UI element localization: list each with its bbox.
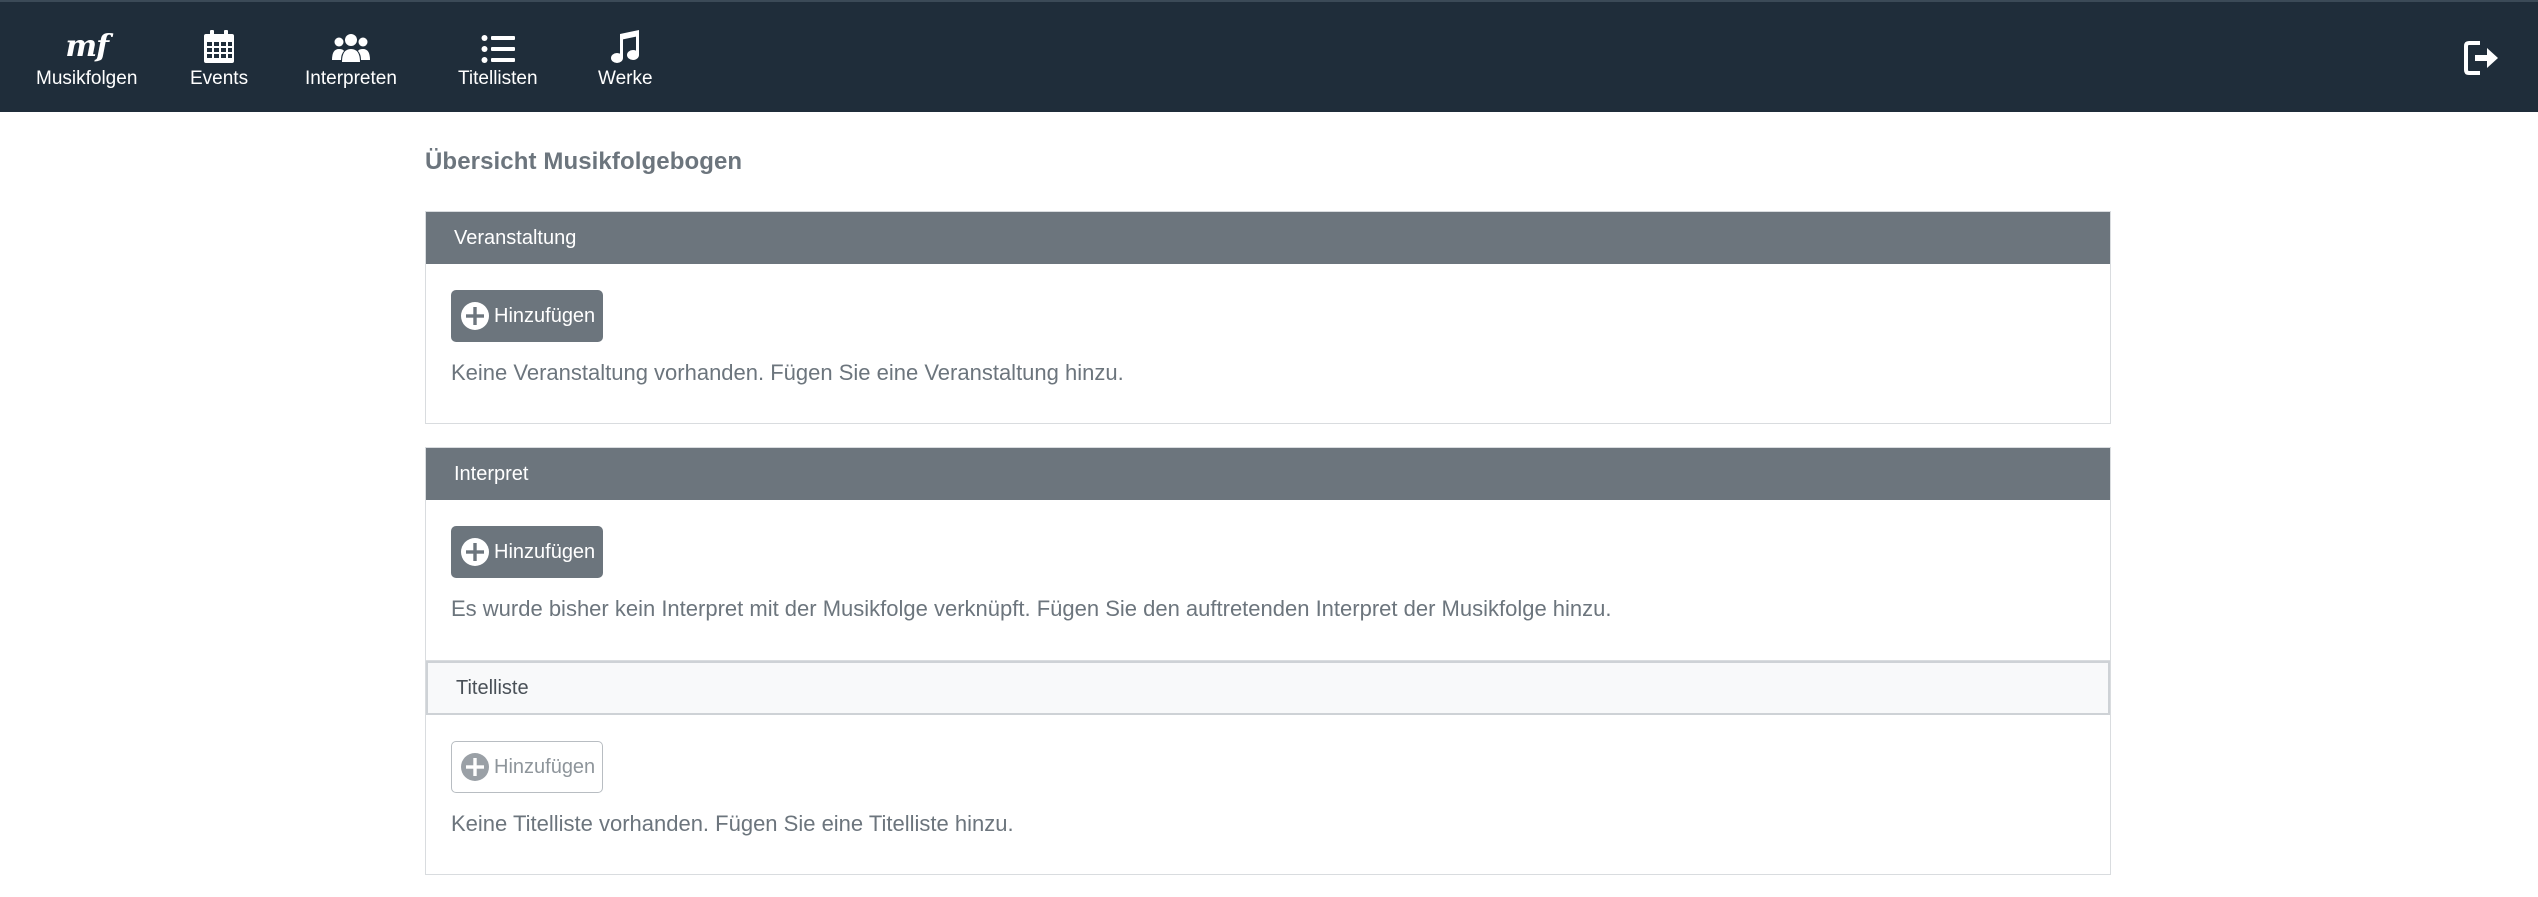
button-label: Hinzufügen: [494, 540, 596, 563]
plus-circle-icon: [461, 753, 489, 781]
music-note-icon: [611, 30, 640, 63]
nav-item-musikfolgen[interactable]: mf Musikfolgen: [36, 26, 137, 90]
list-icon: [481, 35, 515, 63]
add-interpret-button[interactable]: Hinzufügen: [451, 526, 604, 578]
page-title: Übersicht Musikfolgebogen: [425, 148, 743, 175]
plus-circle-icon: [461, 538, 489, 566]
card-header: Titelliste: [426, 661, 2110, 715]
add-titelliste-button[interactable]: Hinzufügen: [451, 741, 604, 793]
empty-message: Keine Veranstaltung vorhanden. Fügen Sie…: [451, 360, 1124, 385]
interpret-card: Interpret Hinzufügen Es wurde bisher kei…: [425, 447, 2111, 661]
titelliste-card: Titelliste Hinzufügen Keine Titelliste v…: [425, 660, 2111, 875]
nav-item-events[interactable]: Events: [190, 26, 248, 90]
nav-item-interpreten[interactable]: Interpreten: [305, 26, 397, 90]
add-veranstaltung-button[interactable]: Hinzufügen: [451, 290, 604, 342]
users-icon: [331, 34, 370, 62]
empty-message: Es wurde bisher kein Interpret mit der M…: [451, 596, 1612, 621]
calendar-icon: [204, 30, 235, 63]
button-label: Hinzufügen: [494, 755, 596, 778]
nav-item-titellisten[interactable]: Titellisten: [458, 26, 538, 90]
nav-item-label: Titellisten: [458, 68, 538, 89]
card-header: Veranstaltung: [426, 212, 2110, 264]
nav-item-label: Events: [190, 68, 249, 89]
top-navbar: mf Musikfolgen Events Interpreten Titell…: [0, 0, 2538, 112]
card-header: Interpret: [426, 448, 2110, 500]
button-label: Hinzufügen: [494, 304, 596, 327]
empty-message: Keine Titelliste vorhanden. Fügen Sie ei…: [451, 811, 1014, 836]
logout-icon: [2464, 41, 2498, 75]
logout-button[interactable]: [2464, 40, 2500, 81]
nav-item-label: Musikfolgen: [36, 68, 138, 89]
nav-item-werke[interactable]: Werke: [598, 26, 653, 90]
nav-item-label: Werke: [598, 68, 653, 89]
nav-item-label: Interpreten: [305, 68, 397, 89]
plus-circle-icon: [461, 302, 489, 330]
veranstaltung-card: Veranstaltung Hinzufügen Keine Veranstal…: [425, 211, 2111, 424]
mf-logo-icon: mf: [65, 29, 109, 64]
